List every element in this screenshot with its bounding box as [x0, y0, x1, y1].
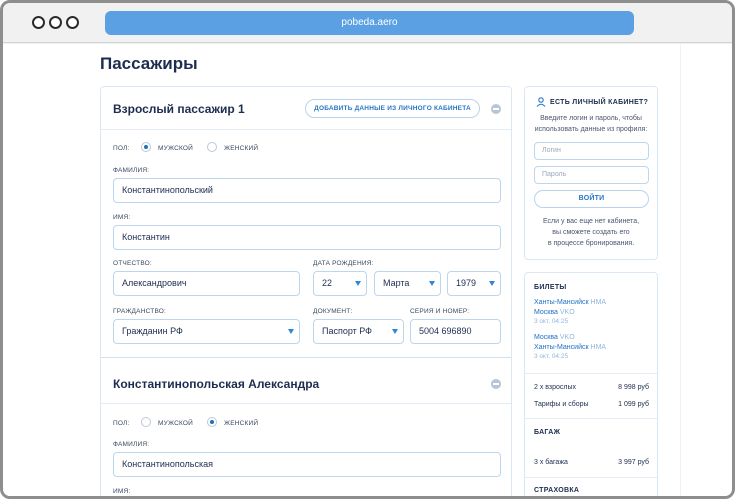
passenger-1-title: Взрослый пассажир 1	[113, 102, 245, 116]
chevron-down-icon	[429, 281, 435, 286]
gender-label: ПОЛ:	[113, 420, 130, 427]
login-hint: Введите логин и пароль, чтобы использова…	[525, 113, 657, 135]
chevron-down-icon	[355, 281, 361, 286]
adults-label: 2 х взрослых	[534, 384, 577, 391]
chevron-down-icon	[489, 281, 495, 286]
birth-year-select[interactable]: 1979	[447, 271, 501, 296]
flight-date: 3 окт, 04:25	[534, 318, 569, 325]
birthdate-label: ДАТА РОЖДЕНИЯ:	[313, 260, 374, 267]
browser-chrome: pobeda.aero	[3, 3, 732, 43]
window-control-dot[interactable]	[66, 16, 79, 29]
chevron-down-icon	[392, 329, 398, 334]
login-button[interactable]: ВОЙТИ	[534, 190, 649, 208]
login-note-line: вы сможете создать его	[552, 229, 630, 236]
name-label: ИМЯ:	[113, 488, 131, 495]
user-icon	[536, 97, 546, 107]
patronymic-label: ОТЧЕСТВО:	[113, 260, 152, 267]
login-note-line: в процессе бронирования.	[547, 240, 635, 247]
gender-male-label[interactable]: МУЖСКОЙ	[158, 145, 193, 152]
flight-route[interactable]: Москва VKO Ханты-Мансийск HMA	[534, 333, 606, 353]
divider	[101, 357, 511, 358]
divider	[525, 373, 657, 374]
birth-year-value: 1979	[456, 278, 477, 288]
login-hint-line: использовать данные из профиля:	[534, 126, 648, 133]
route-to: Москва	[534, 309, 558, 316]
divider	[525, 477, 657, 478]
name-label: ИМЯ:	[113, 214, 131, 221]
gender-label: ПОЛ:	[113, 145, 130, 152]
baggage-price: 3 997 руб	[618, 459, 649, 466]
page-edge-line	[680, 44, 681, 496]
passengers-form-card: Взрослый пассажир 1 ДОБАВИТЬ ДАННЫЕ ИЗ Л…	[100, 86, 512, 496]
login-input[interactable]: Логин	[534, 142, 649, 160]
birth-day-value: 22	[322, 278, 333, 288]
baggage-title: БАГАЖ	[534, 429, 561, 436]
collapse-icon[interactable]	[491, 379, 501, 389]
page-title: Пассажиры	[100, 54, 198, 73]
series-label: СЕРИЯ И НОМЕР:	[410, 308, 470, 315]
adults-price: 8 998 руб	[618, 384, 649, 391]
gender-male-label[interactable]: МУЖСКОЙ	[158, 420, 193, 427]
flight-route[interactable]: Ханты-Мансийск HMA Москва VKO	[534, 298, 606, 318]
citizenship-value: Гражданин РФ	[122, 326, 183, 336]
fees-price: 1 099 руб	[618, 401, 649, 408]
birth-day-select[interactable]: 22	[313, 271, 367, 296]
page-content: Пассажиры Взрослый пассажир 1 ДОБАВИТЬ Д…	[3, 44, 732, 496]
gender-female-label[interactable]: ЖЕНСКИЙ	[224, 145, 258, 152]
route-to-code: HMA	[590, 344, 607, 351]
patronymic-field[interactable]: Александрович	[113, 271, 300, 296]
series-field[interactable]: 5004 696890	[410, 319, 501, 344]
insurance-title: СТРАХОВКА	[534, 487, 580, 494]
birth-month-select[interactable]: Марта	[374, 271, 441, 296]
document-label: ДОКУМЕНТ:	[313, 308, 353, 315]
collapse-icon[interactable]	[491, 104, 501, 114]
surname-label: ФАМИЛИЯ:	[113, 167, 150, 174]
add-from-account-button[interactable]: ДОБАВИТЬ ДАННЫЕ ИЗ ЛИЧНОГО КАБИНЕТА	[305, 99, 480, 118]
divider	[101, 403, 511, 404]
route-to: Ханты-Мансийск	[534, 344, 589, 351]
login-note-line: Если у вас еще нет кабинета,	[542, 218, 640, 225]
document-value: Паспорт РФ	[322, 326, 373, 336]
citizenship-label: ГРАЖДАНСТВО:	[113, 308, 167, 315]
window-control-dot[interactable]	[49, 16, 62, 29]
divider	[101, 129, 511, 130]
chevron-down-icon	[288, 329, 294, 334]
login-card: ЕСТЬ ЛИЧНЫЙ КАБИНЕТ? Введите логин и пар…	[524, 86, 658, 260]
gender-female-label[interactable]: ЖЕНСКИЙ	[224, 420, 258, 427]
surname-field[interactable]: Константинопольский	[113, 178, 501, 203]
route-from: Ханты-Мансийск	[534, 299, 589, 306]
login-hint-line: Введите логин и пароль, чтобы	[540, 115, 642, 122]
order-summary-card: БИЛЕТЫ Ханты-Мансийск HMA Москва VKO 3 о…	[524, 272, 658, 496]
gender-male-radio[interactable]	[141, 142, 151, 152]
address-bar[interactable]: pobeda.aero	[105, 11, 634, 35]
gender-female-radio[interactable]	[207, 417, 217, 427]
gender-female-radio[interactable]	[207, 142, 217, 152]
surname-field[interactable]: Константинопольская	[113, 452, 501, 477]
citizenship-select[interactable]: Гражданин РФ	[113, 319, 300, 344]
passenger-2-title: Константинопольская Александра	[113, 377, 320, 391]
window-control-dot[interactable]	[32, 16, 45, 29]
birth-month-value: Марта	[383, 278, 410, 288]
login-note: Если у вас еще нет кабинета, вы сможете …	[525, 216, 657, 249]
route-from-code: VKO	[559, 334, 575, 341]
password-input[interactable]: Пароль	[534, 166, 649, 184]
route-from: Москва	[534, 334, 558, 341]
login-title: ЕСТЬ ЛИЧНЫЙ КАБИНЕТ?	[550, 99, 649, 106]
surname-label: ФАМИЛИЯ:	[113, 441, 150, 448]
gender-male-radio[interactable]	[141, 417, 151, 427]
divider	[525, 418, 657, 419]
baggage-label: 3 х багажа	[534, 459, 568, 466]
route-to-code: VKO	[559, 309, 575, 316]
flight-date: 3 окт, 04:25	[534, 353, 569, 360]
document-select[interactable]: Паспорт РФ	[313, 319, 404, 344]
tickets-title: БИЛЕТЫ	[534, 284, 567, 291]
route-from-code: HMA	[590, 299, 607, 306]
fees-label: Тарифы и сборы	[534, 401, 589, 408]
browser-window: pobeda.aero Пассажиры Взрослый пассажир …	[0, 0, 735, 499]
name-field[interactable]: Константин	[113, 225, 501, 250]
